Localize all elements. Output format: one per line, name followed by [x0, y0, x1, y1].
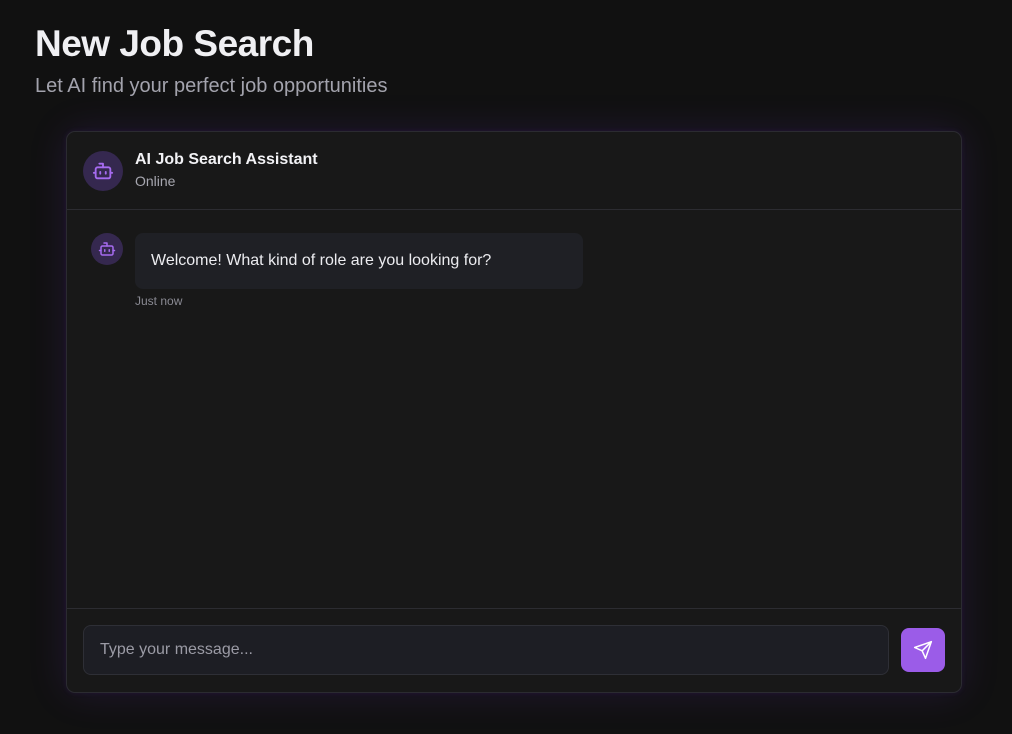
chat-panel: AI Job Search Assistant Online Welcome! … — [66, 131, 962, 693]
bot-icon — [98, 242, 116, 256]
assistant-name: AI Job Search Assistant — [135, 151, 318, 168]
message-item: Welcome! What kind of role are you looki… — [91, 233, 583, 308]
assistant-avatar — [83, 150, 123, 191]
send-icon — [913, 640, 933, 660]
status-text: Online — [135, 173, 176, 189]
page-header: New Job Search Let AI find your perfect … — [35, 22, 387, 99]
bot-icon — [92, 162, 114, 179]
message-timestamp: Just now — [135, 294, 183, 308]
chat-input-bar — [67, 608, 961, 692]
page-title: New Job Search — [35, 23, 314, 64]
message-input[interactable] — [83, 625, 889, 675]
send-button[interactable] — [901, 628, 945, 672]
page-subtitle: Let AI find your perfect job opportuniti… — [35, 75, 388, 97]
message-list[interactable]: Welcome! What kind of role are you looki… — [67, 211, 961, 608]
message-bubble: Welcome! What kind of role are you looki… — [135, 233, 583, 289]
chat-header: AI Job Search Assistant Online — [67, 132, 961, 210]
message-avatar — [91, 233, 123, 265]
